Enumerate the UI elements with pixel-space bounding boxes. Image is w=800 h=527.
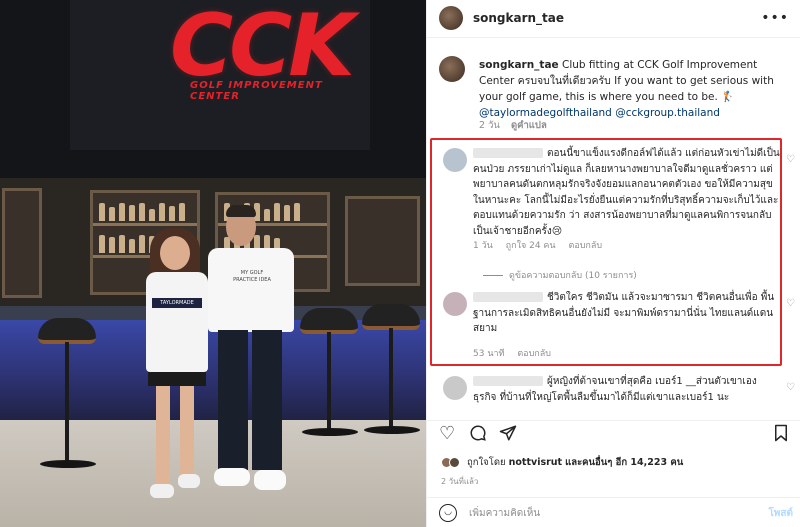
logo-subtitle: GOLF IMPROVEMENT CENTER xyxy=(190,80,323,102)
post-photo[interactable]: CCK GOLF IMPROVEMENT CENTER TAYLORMADE M… xyxy=(0,0,426,527)
highlight-box xyxy=(430,138,782,366)
blurred-username xyxy=(473,376,543,386)
emoji-icon[interactable]: ◡ xyxy=(439,504,457,522)
shirt-right-text: MY GOLF PRACTICE IDEA xyxy=(233,270,271,283)
avatar[interactable] xyxy=(439,6,463,30)
comment-input[interactable] xyxy=(469,505,729,521)
heart-icon[interactable]: ♡ xyxy=(786,382,795,393)
logo-wall: CCK GOLF IMPROVEMENT CENTER xyxy=(70,0,370,150)
comment-icon[interactable] xyxy=(469,424,487,447)
heart-icon[interactable]: ♡ xyxy=(439,424,455,444)
translate-link[interactable]: ดูคำแปล xyxy=(511,120,547,131)
comment-text: ผู้หญิงที่ต้าจนเขาที่สุดคือ เบอร์1 __ส่ว… xyxy=(473,376,757,403)
bookmark-icon[interactable] xyxy=(773,424,789,447)
heart-icon[interactable]: ♡ xyxy=(786,154,795,165)
likes-user[interactable]: nottvisrut xyxy=(509,457,562,468)
comment-3: ผู้หญิงที่ต้าจนเขาที่สุดคือ เบอร์1 __ส่ว… xyxy=(441,374,797,414)
avatar xyxy=(449,457,460,468)
action-bar: ♡ xyxy=(427,420,800,446)
caption-username[interactable]: songkarn_tae xyxy=(479,59,559,71)
more-horizontal-icon[interactable]: ••• xyxy=(761,10,789,26)
header-username[interactable]: songkarn_tae xyxy=(473,11,564,25)
post-time: 2 วันที่แล้ว xyxy=(441,477,479,486)
likes-prefix: ถูกใจโดย xyxy=(467,457,506,468)
post-header: songkarn_tae ••• xyxy=(427,0,800,38)
likes-count[interactable]: และคนอื่นๆ อีก 14,223 คน xyxy=(565,457,683,468)
caption: songkarn_tae Club fitting at CCK Golf Im… xyxy=(479,57,791,121)
add-comment-row: ◡ โพสต์ xyxy=(427,497,800,527)
caption-time: 2 วัน xyxy=(479,120,500,131)
avatar[interactable] xyxy=(443,376,467,400)
heart-icon[interactable]: ♡ xyxy=(786,298,795,309)
caption-avatar[interactable] xyxy=(439,56,465,82)
mention-cckgroup[interactable]: @cckgroup.thailand xyxy=(615,107,720,119)
floor xyxy=(0,420,426,527)
likes-summary: ถูกใจโดย nottvisrut และคนอื่นๆ อีก 14,22… xyxy=(441,455,683,470)
shirt-left-text: TAYLORMADE xyxy=(152,298,202,308)
post-button[interactable]: โพสต์ xyxy=(768,506,793,521)
send-icon[interactable] xyxy=(499,424,517,447)
caption-meta: 2 วัน ดูคำแปล xyxy=(479,118,547,133)
